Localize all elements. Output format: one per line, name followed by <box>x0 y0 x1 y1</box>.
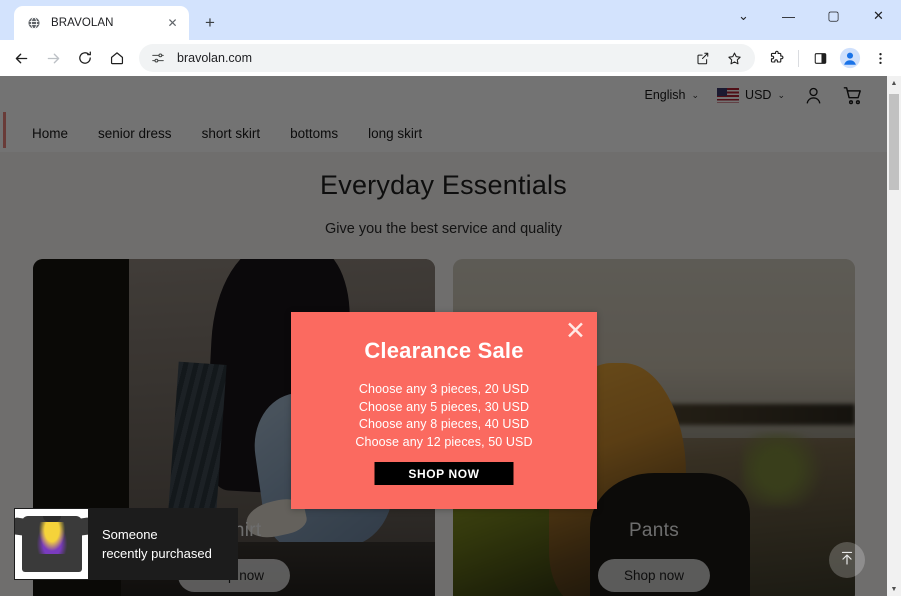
tune-icon[interactable] <box>147 47 169 69</box>
tshirt-graphic <box>36 522 67 555</box>
product-thumbnail <box>15 509 88 579</box>
user-account-icon[interactable] <box>803 85 824 106</box>
omnibox-actions <box>687 43 749 73</box>
page-scrollbar[interactable]: ▲ ▼ <box>887 76 901 596</box>
three-dot-menu-icon[interactable] <box>865 43 895 73</box>
close-icon[interactable]: ✕ <box>565 318 586 343</box>
forward-icon[interactable] <box>38 43 68 73</box>
page-viewport: English ⌄ USD ⌄ Home senior dress short … <box>0 76 901 596</box>
close-window-button[interactable]: ✕ <box>856 0 901 32</box>
toast-line-1: Someone <box>102 527 158 542</box>
nav-link-home[interactable]: Home <box>32 126 68 141</box>
modal-offer-line: Choose any 8 pieces, 40 USD <box>358 417 530 431</box>
minimize-button[interactable]: — <box>766 0 811 32</box>
site-utility-bar: English ⌄ USD ⌄ <box>0 76 887 114</box>
back-to-top-button[interactable] <box>829 542 865 578</box>
toast-message: Someone recently purchased <box>88 525 212 563</box>
browser-tab-strip: BRAVOLAN ✕ + ⌄ — ▢ ✕ <box>0 0 901 40</box>
tab-search-icon[interactable]: ⌄ <box>721 0 766 32</box>
card-label-pants: Pants <box>628 520 680 541</box>
globe-icon <box>26 15 42 31</box>
nav-link-long-skirt[interactable]: long skirt <box>368 126 422 141</box>
maximize-button[interactable]: ▢ <box>811 0 856 32</box>
back-icon[interactable] <box>6 43 36 73</box>
site-navigation: Home senior dress short skirt bottoms lo… <box>0 112 887 152</box>
us-flag-icon <box>717 87 740 103</box>
modal-offer-line: Choose any 5 pieces, 30 USD <box>358 399 530 414</box>
close-tab-icon[interactable]: ✕ <box>164 15 181 32</box>
nav-link-short-skirt[interactable]: short skirt <box>202 126 261 141</box>
shopping-cart-icon[interactable] <box>842 84 865 107</box>
modal-title: Clearance Sale <box>364 338 524 363</box>
black-graphic-tshirt-thumbnail <box>21 516 82 572</box>
browser-toolbar: bravolan.com <box>0 40 901 76</box>
profile-avatar-icon[interactable] <box>837 45 863 71</box>
chevron-down-icon: ⌄ <box>691 89 700 100</box>
arrow-up-to-line-icon <box>838 549 856 572</box>
modal-offer-line: Choose any 12 pieces, 50 USD <box>355 434 533 449</box>
side-panel-icon[interactable] <box>805 43 835 73</box>
tshirt-collar <box>42 516 61 522</box>
purchase-notification-toast[interactable]: Someone recently purchased <box>14 508 238 580</box>
nav-link-bottoms[interactable]: bottoms <box>290 126 338 141</box>
reload-icon[interactable] <box>70 43 100 73</box>
browser-tab[interactable]: BRAVOLAN ✕ <box>14 6 189 40</box>
share-icon[interactable] <box>687 43 717 73</box>
currency-label: USD <box>745 88 772 102</box>
chevron-down-icon: ⌄ <box>777 89 785 100</box>
page-title: Everyday Essentials <box>320 170 567 200</box>
nav-link-senior-dress[interactable]: senior dress <box>98 126 172 141</box>
language-label: English <box>644 88 686 102</box>
browser-tab-title: BRAVOLAN <box>51 17 114 29</box>
scroll-down-arrow-icon[interactable]: ▼ <box>887 582 901 596</box>
language-selector[interactable]: English ⌄ <box>645 88 700 102</box>
url-text: bravolan.com <box>177 51 253 65</box>
hero-subtitle: Give you the best service and quality <box>325 221 562 237</box>
window-controls: ⌄ — ▢ ✕ <box>721 0 901 32</box>
hero-section: Everyday Essentials Give you the best se… <box>0 152 887 237</box>
toast-line-2: recently purchased <box>102 546 212 561</box>
new-tab-button[interactable]: + <box>197 10 223 36</box>
browser-window: BRAVOLAN ✕ + ⌄ — ▢ ✕ bravolan.com Englis… <box>0 0 901 596</box>
scrollbar-thumb[interactable] <box>889 94 899 190</box>
card-image-foliage <box>742 431 831 508</box>
scroll-up-arrow-icon[interactable]: ▲ <box>887 76 901 90</box>
modal-offer-list: Choose any 3 pieces, 20 USD Choose any 5… <box>291 381 597 451</box>
home-icon[interactable] <box>102 43 132 73</box>
address-bar[interactable]: bravolan.com <box>139 44 755 72</box>
shop-now-button[interactable]: SHOP NOW <box>374 462 514 485</box>
extensions-puzzle-icon[interactable] <box>762 43 792 73</box>
modal-offer-line: Choose any 3 pieces, 20 USD <box>358 382 530 396</box>
currency-selector[interactable]: USD ⌄ <box>717 87 785 103</box>
bookmark-star-icon[interactable] <box>719 43 749 73</box>
toolbar-divider <box>798 49 799 67</box>
clearance-sale-modal: ✕ Clearance Sale Choose any 3 pieces, 20… <box>291 312 597 509</box>
shop-now-button-pants[interactable]: Shop now <box>597 559 711 592</box>
